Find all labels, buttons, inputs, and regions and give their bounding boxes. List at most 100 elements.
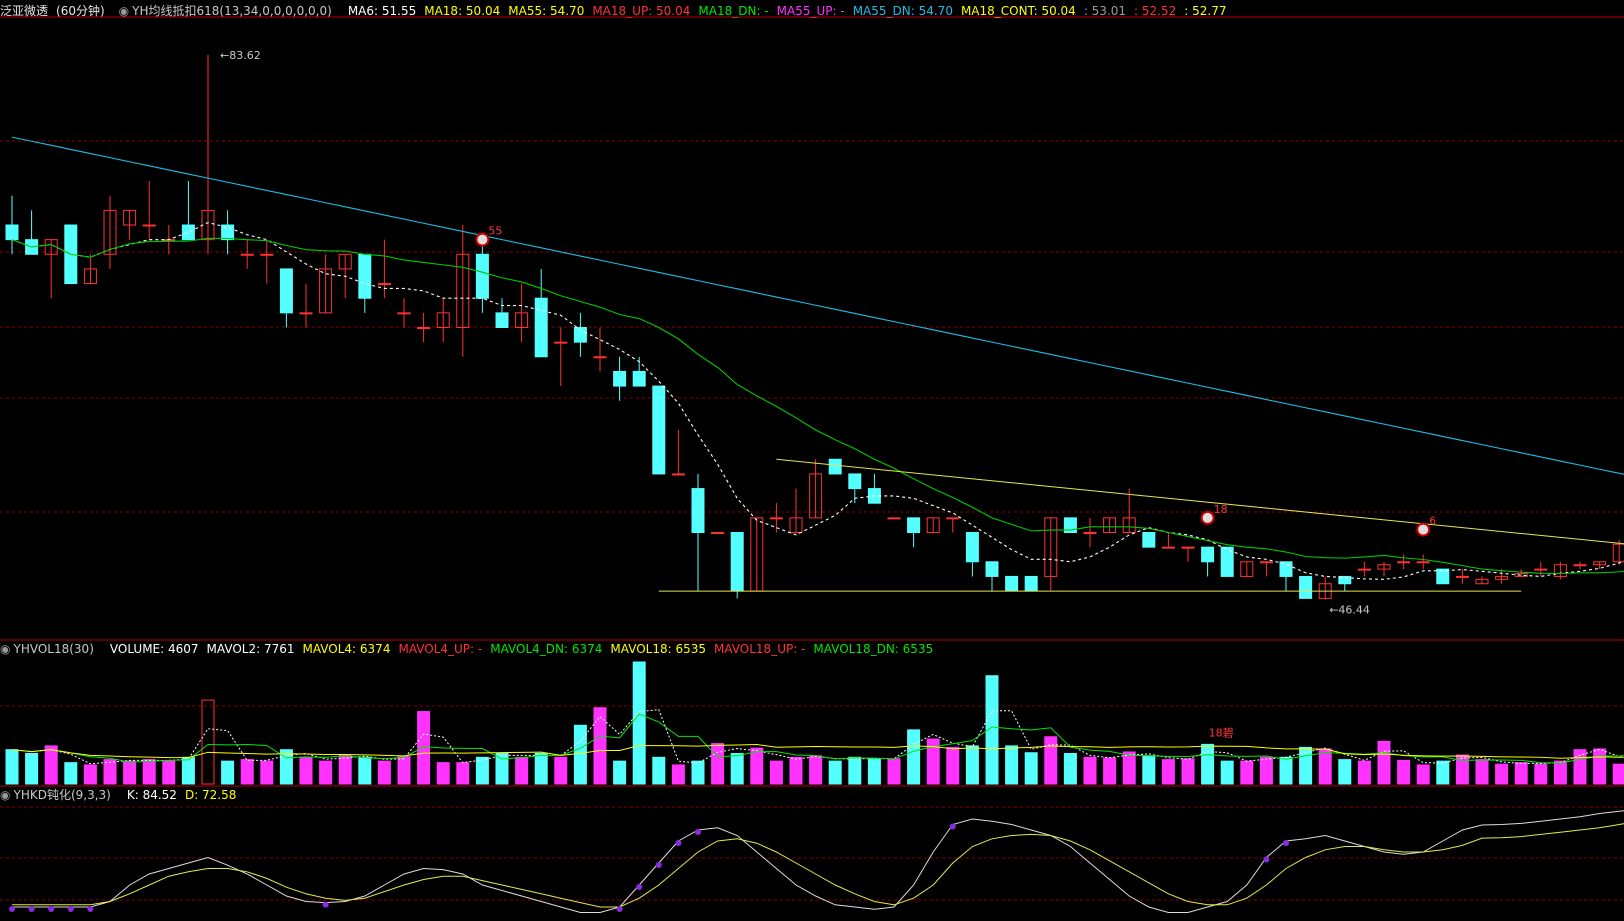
volume-bar — [1573, 749, 1587, 785]
signal-marker-label: 55 — [488, 225, 502, 238]
signal-marker-icon — [1200, 510, 1215, 525]
candle-body — [613, 370, 627, 387]
volume-bar — [613, 760, 627, 785]
candle-body — [1142, 532, 1156, 548]
volume-bar — [162, 760, 176, 785]
volume-bar — [1299, 746, 1313, 785]
volume-bar — [103, 759, 117, 785]
candle-body — [1573, 564, 1587, 567]
volume-bar — [1259, 756, 1273, 785]
candle-body — [475, 253, 489, 299]
volume-bar — [1083, 756, 1097, 785]
chart-canvas[interactable]: ←83.62 ←46.44 55 18 6 18碧 — [0, 0, 1624, 921]
volume-bar — [907, 729, 921, 785]
volume-bar — [711, 743, 725, 785]
volume-bar — [554, 756, 568, 785]
candle-body — [1024, 575, 1038, 592]
moving-average-lines — [11, 136, 1624, 592]
signal-marker-label: 18 — [1214, 503, 1228, 516]
candle-body — [358, 253, 372, 299]
kd-dot-marker — [636, 884, 643, 890]
candle-body — [887, 517, 901, 520]
volume-bar — [1063, 753, 1077, 785]
volume-bar — [573, 724, 587, 785]
candle-body — [5, 224, 19, 241]
volume-bar — [1397, 759, 1411, 785]
volume-bar — [397, 756, 411, 785]
volume-bar — [1338, 759, 1352, 785]
candle-body — [1299, 575, 1313, 599]
candle-body — [417, 327, 431, 329]
volume-bar — [534, 753, 548, 785]
volume-bar — [1201, 743, 1215, 785]
high-price-label: ←83.62 — [220, 49, 261, 62]
candle-body — [1259, 561, 1273, 564]
candle-body — [1534, 568, 1548, 571]
kd-dot-marker — [48, 906, 55, 912]
volume-bar — [750, 747, 764, 785]
candle-body — [1612, 543, 1624, 563]
kd-dot-marker — [9, 906, 15, 912]
candle-body — [730, 532, 744, 592]
candle-body — [965, 532, 979, 563]
candle-body — [1161, 546, 1175, 549]
volume-bar — [495, 753, 509, 785]
kd-dot-marker — [1263, 856, 1270, 863]
signal-marker-icon — [1416, 522, 1431, 537]
candle-body — [221, 224, 235, 241]
kd-dot-marker — [322, 901, 329, 908]
candle-body — [1455, 575, 1469, 578]
candle-body — [1397, 561, 1411, 564]
candle-body — [632, 370, 646, 387]
volume-bar — [44, 745, 58, 785]
volume-bar — [299, 756, 313, 785]
volume-bar — [1593, 748, 1607, 785]
volume-bar — [123, 760, 137, 785]
volume-bar — [593, 707, 607, 785]
volume-bar — [652, 756, 666, 785]
volume-bar — [867, 758, 881, 785]
volume-bar — [1161, 759, 1175, 785]
ma6-line — [11, 221, 1624, 580]
volume-bar — [1024, 752, 1038, 785]
volume-bar — [1220, 760, 1234, 785]
kd-dot-marker — [1283, 840, 1289, 846]
candle-body — [1279, 561, 1293, 577]
volume-bar — [240, 759, 254, 785]
volume-bar — [769, 760, 783, 785]
candle-body — [593, 356, 607, 359]
candle-body — [691, 488, 705, 534]
volume-bar — [221, 760, 235, 785]
volume-bar — [338, 754, 352, 785]
candle-body — [554, 341, 568, 344]
volume-bar — [377, 760, 391, 785]
kd-dot-marker — [655, 862, 662, 868]
volume-bar — [691, 760, 705, 785]
candle-body — [1416, 561, 1430, 564]
volume-bar — [1357, 760, 1371, 785]
candle-body — [397, 312, 411, 315]
kd-dot-marker — [949, 823, 956, 830]
k-line — [12, 810, 1624, 913]
volume-bar — [358, 756, 372, 785]
kd-dot-marker — [616, 906, 623, 912]
volume-bar — [83, 764, 97, 785]
candle-body — [181, 224, 195, 241]
volume-bar — [5, 749, 19, 785]
volume-bar — [730, 753, 744, 785]
volume-bar — [142, 759, 156, 785]
candle-body — [985, 561, 999, 577]
signal-marker-icon — [475, 232, 490, 247]
volume-bar — [1534, 763, 1548, 785]
volume-bar — [1279, 756, 1293, 785]
volume-bar — [1436, 760, 1450, 785]
volume-bar — [1416, 764, 1430, 785]
d-line — [12, 823, 1624, 908]
volume-bar — [1377, 740, 1391, 785]
volume-bar — [1005, 745, 1019, 785]
volume-bars — [5, 661, 1624, 785]
candle-body — [946, 517, 960, 520]
kd-lines — [9, 810, 1624, 913]
volume-bar — [1122, 751, 1136, 785]
volume-bar — [1240, 760, 1254, 785]
